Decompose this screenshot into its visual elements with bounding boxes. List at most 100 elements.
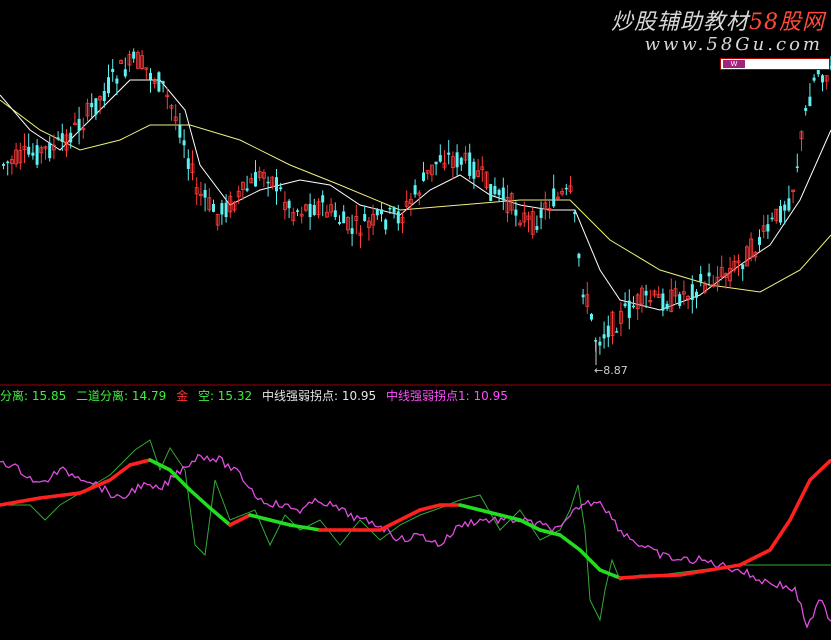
candle-body <box>384 219 388 230</box>
candle-body <box>501 187 505 201</box>
candle-body <box>472 161 476 179</box>
candle-body <box>690 284 694 300</box>
legend-empty: 空: 15.32 <box>197 389 253 403</box>
candle-body <box>787 198 791 211</box>
candle-body <box>770 217 774 220</box>
candle-body <box>203 189 207 198</box>
candle-body <box>157 72 161 92</box>
low-price-marker: ←8.87 <box>594 364 628 377</box>
candle-body <box>779 206 782 223</box>
candle-body <box>455 152 459 168</box>
candle-body <box>296 210 299 212</box>
legend-separation: 分离: 15.85 <box>0 389 67 403</box>
candle-body <box>699 273 703 282</box>
candle-body <box>741 264 745 270</box>
candle-body <box>287 200 291 209</box>
candle-body <box>602 334 606 339</box>
candle-body <box>552 188 556 207</box>
candle-body <box>115 78 119 84</box>
candle-body <box>60 133 64 142</box>
candle-body <box>623 303 627 307</box>
legend-midline-turn: 中线强弱拐点: 10.95 <box>261 389 377 403</box>
candle-body <box>102 91 106 102</box>
watermark-title-text: 炒股辅助教材 <box>610 10 749 35</box>
candle-body <box>338 222 341 224</box>
candle-body <box>514 209 518 216</box>
candle-body <box>56 137 60 140</box>
candle-body <box>94 98 98 115</box>
candle-body <box>350 228 354 234</box>
candle-body <box>363 214 367 222</box>
candle-body <box>35 145 39 165</box>
candle-body <box>627 300 631 319</box>
candle-body <box>493 185 497 195</box>
candle-body <box>342 211 346 224</box>
candle-body <box>149 72 152 80</box>
candle-body <box>632 305 635 308</box>
candle-body <box>581 294 585 298</box>
candle-body <box>186 158 190 169</box>
candle-body <box>182 140 186 146</box>
candle-body <box>132 51 136 59</box>
candle-body <box>212 204 215 212</box>
watermark-site: 58股网 <box>749 10 825 35</box>
candle-body <box>766 224 770 232</box>
candle-body <box>275 177 278 192</box>
candle-body <box>695 291 698 298</box>
candle-body <box>795 166 799 168</box>
candle-body <box>808 96 812 107</box>
candle-body <box>606 325 610 338</box>
legend-gold: 金 <box>176 389 189 403</box>
candle-body <box>665 303 669 309</box>
candle-body <box>434 161 438 165</box>
candle-body <box>69 132 73 143</box>
candle-body <box>422 172 425 181</box>
candle-body <box>111 68 115 73</box>
candle-body <box>2 164 5 166</box>
candle-body <box>380 209 383 215</box>
candle-body <box>577 253 581 259</box>
candle-body <box>31 152 35 156</box>
candle-body <box>590 313 593 320</box>
candle-body <box>535 226 539 230</box>
candle-body <box>254 172 257 187</box>
candle-body <box>333 210 337 218</box>
candle-body <box>821 75 824 83</box>
candle-body <box>564 187 568 190</box>
candle-body <box>678 294 682 306</box>
candle-body <box>392 207 396 213</box>
legend-midline-turn-1: 中线强弱拐点1: 10.95 <box>386 389 508 403</box>
candle-body <box>783 204 787 211</box>
candle-body <box>497 189 501 196</box>
candle-body <box>220 203 224 215</box>
candle-body <box>48 142 52 159</box>
legend-second-separation: 二道分离: 14.79 <box>76 389 167 403</box>
candle-body <box>90 102 94 108</box>
candle-body <box>661 293 665 311</box>
candle-body <box>375 209 379 216</box>
watermark-url: www.58Gu.com <box>644 34 823 55</box>
candle-body <box>438 155 442 162</box>
candle-body <box>321 195 325 203</box>
watermark-title: 炒股辅助教材58股网 <box>611 4 825 36</box>
candle-body <box>758 236 761 245</box>
candle-body <box>615 331 619 333</box>
candle-body <box>107 77 110 94</box>
candle-body <box>396 211 400 224</box>
candle-body <box>161 81 165 84</box>
stock-chart[interactable] <box>0 0 831 640</box>
candle-body <box>489 184 493 201</box>
candle-body <box>447 152 451 155</box>
candle-body <box>598 341 602 346</box>
candle-body <box>816 70 820 75</box>
candle-body <box>245 188 249 191</box>
candle-body <box>812 77 816 81</box>
candle-body <box>279 187 283 190</box>
candle-body <box>266 181 270 184</box>
indicator-legend: 分离: 15.85 二道分离: 14.79 金 空: 15.32 中线强弱拐点:… <box>0 389 514 403</box>
magenta-indicator-line <box>0 453 831 629</box>
candle-body <box>573 211 577 215</box>
candle-body <box>413 185 417 195</box>
candle-body <box>312 204 316 215</box>
candle-body <box>27 146 31 155</box>
